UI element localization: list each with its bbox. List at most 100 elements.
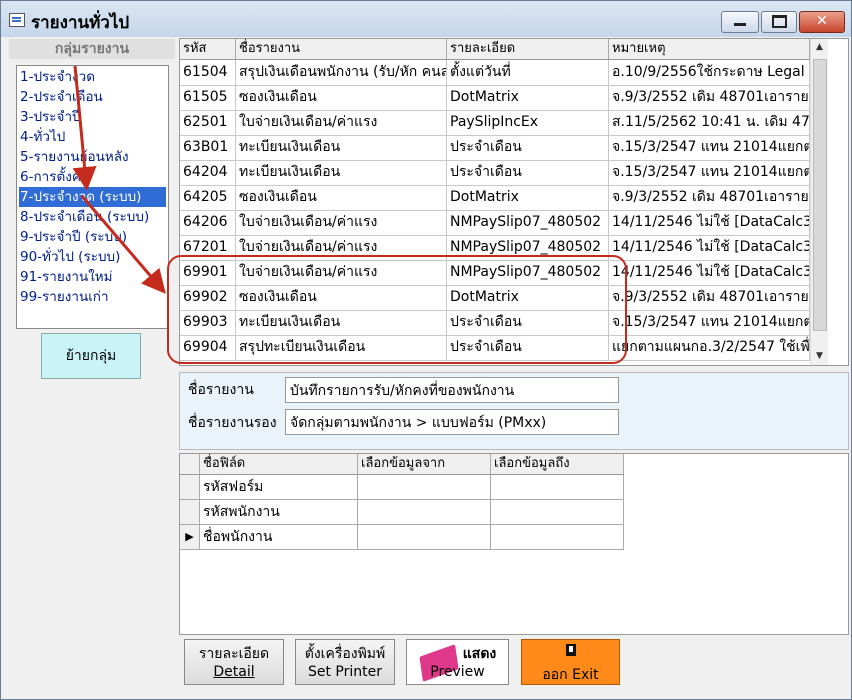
preview-button[interactable]: แสดง Preview xyxy=(406,639,509,685)
table-cell: 61505 xyxy=(180,85,236,110)
group-item[interactable]: 5-รายงานย้อนหลัง xyxy=(19,147,166,167)
row-indicator[interactable] xyxy=(180,500,200,524)
field-from-cell[interactable] xyxy=(358,500,491,524)
field-row[interactable]: รหัสพนักงาน xyxy=(180,500,624,525)
table-cell: ใบจ่ายเงินเดือน/ค่าแรง xyxy=(236,110,447,135)
table-cell: จ.9/3/2552 เดิม 48701เอารายก xyxy=(609,85,810,110)
table-cell: ส.11/5/2562 10:41 น. เดิม 47 xyxy=(609,110,810,135)
set-printer-button[interactable]: ตั้งเครื่องพิมพ์ Set Printer xyxy=(295,639,395,685)
field-column-header[interactable]: เลือกข้อมูลจาก xyxy=(358,454,491,474)
preview-button-thai: แสดง xyxy=(462,646,497,662)
group-item[interactable]: 9-ประจำปี (ระบบ) xyxy=(19,227,166,247)
exit-button[interactable]: ออก Exit xyxy=(521,639,620,685)
group-item[interactable]: 91-รายงานใหม่ xyxy=(19,267,166,287)
table-row[interactable]: 61505 ซองเงินเดือน DotMatrix จ.9/3/2552 เดิ… xyxy=(180,85,810,111)
field-grid-header: ชื่อฟิล์ด เลือกข้อมูลจาก เลือกข้อมูลถึง xyxy=(180,454,624,475)
table-cell: PaySlipIncEx xyxy=(447,110,609,135)
table-cell: ทะเบียนเงินเดือน xyxy=(236,160,447,185)
close-icon: ✕ xyxy=(816,13,828,29)
exit-button-label: ออก Exit xyxy=(542,667,599,683)
table-row[interactable]: 64206 ใบจ่ายเงินเดือน/ค่าแรง NMPaySlip07_4… xyxy=(180,210,810,236)
field-to-cell[interactable] xyxy=(491,525,624,549)
table-cell: ประจำเดือน xyxy=(447,135,609,160)
close-button[interactable]: ✕ xyxy=(799,11,845,33)
table-cell: ใบจ่ายเงินเดือน/ค่าแรง xyxy=(236,210,447,235)
report-name-label: ชื่อรายงาน xyxy=(188,382,254,398)
table-row[interactable]: 62501 ใบจ่ายเงินเดือน/ค่าแรง PaySlipIncEx ส… xyxy=(180,110,810,136)
table-cell: 14/11/2546 ไม่ใช้ [DataCalc3 xyxy=(609,210,810,235)
column-header[interactable]: หมายเหตุ xyxy=(609,39,810,59)
preview-button-english: Preview xyxy=(430,664,485,680)
column-header[interactable]: รหัส xyxy=(180,39,236,59)
table-cell: DotMatrix xyxy=(447,185,609,210)
field-column-header[interactable]: ชื่อฟิล์ด xyxy=(200,454,358,474)
sub-report-name-label: ชื่อรายงานรอง xyxy=(188,415,277,431)
table-cell: ตั้งแต่วันที่ xyxy=(447,60,609,85)
table-cell: ประจำเดือน xyxy=(447,160,609,185)
table-row[interactable]: 64205 ซองเงินเดือน DotMatrix จ.9/3/2552 เดิ… xyxy=(180,185,810,211)
group-item[interactable]: 7-ประจำงวด (ระบบ) xyxy=(19,187,166,207)
group-item[interactable]: 90-ทั่วไป (ระบบ) xyxy=(19,247,166,267)
table-row[interactable]: 61504 สรุปเงินเดือนพนักงาน (รับ/หัก คนล ตั… xyxy=(180,60,810,86)
field-column-header[interactable]: เลือกข้อมูลถึง xyxy=(491,454,624,474)
field-to-cell[interactable] xyxy=(491,475,624,499)
scroll-down-icon[interactable]: ▼ xyxy=(811,348,828,365)
table-cell: 64206 xyxy=(180,210,236,235)
field-name-cell: รหัสฟอร์ม xyxy=(200,475,358,499)
row-indicator-header xyxy=(180,454,200,474)
table-cell: สรุปเงินเดือนพนักงาน (รับ/หัก คนล xyxy=(236,60,447,85)
group-item[interactable]: 8-ประจำเดือน (ระบบ) xyxy=(19,207,166,227)
row-indicator[interactable] xyxy=(180,475,200,499)
table-cell: 64204 xyxy=(180,160,236,185)
sub-report-name-field[interactable]: จัดกลุ่มตามพนักงาน > แบบฟอร์ม (PMxx) xyxy=(285,409,619,435)
field-row[interactable]: ▶ ชื่อพนักงาน xyxy=(180,525,624,550)
field-name-cell: ชื่อพนักงาน xyxy=(200,525,358,549)
group-item[interactable]: 3-ประจำปี xyxy=(19,107,166,127)
group-item[interactable]: 6-การตั้งค่า xyxy=(19,167,166,187)
table-cell: จ.9/3/2552 เดิม 48701เอารายก xyxy=(609,285,810,310)
field-row[interactable]: รหัสฟอร์ม xyxy=(180,475,624,500)
group-list[interactable]: 1-ประจำงวด 2-ประจำเดือน 3-ประจำปี 4-ทั่วไป 5… xyxy=(16,65,169,329)
report-detail-panel: ชื่อรายงาน บันทึกรายการรับ/หักคงที่ของพน… xyxy=(179,372,849,450)
table-cell: จ.15/3/2547 แทน 21014แยกต xyxy=(609,160,810,185)
detail-button-english: Detail xyxy=(213,664,255,680)
vertical-scrollbar[interactable]: ▲ ▼ xyxy=(810,39,828,365)
table-cell: NMPaySlip07_480502 xyxy=(447,210,609,235)
move-group-button[interactable]: ย้ายกลุ่ม xyxy=(41,333,141,379)
maximize-button[interactable] xyxy=(761,11,797,33)
column-header[interactable]: ชื่อรายงาน xyxy=(236,39,447,59)
scroll-up-icon[interactable]: ▲ xyxy=(811,39,828,56)
group-item[interactable]: 4-ทั่วไป xyxy=(19,127,166,147)
field-from-cell[interactable] xyxy=(358,475,491,499)
table-cell: 61504 xyxy=(180,60,236,85)
field-name-cell: รหัสพนักงาน xyxy=(200,500,358,524)
table-cell: อ.10/9/2556ใช้กระดาษ Legal แ xyxy=(609,60,810,85)
table-cell: 64205 xyxy=(180,185,236,210)
minimize-button[interactable] xyxy=(721,11,759,33)
table-row[interactable]: 64204 ทะเบียนเงินเดือน ประจำเดือน จ.15/3/25… xyxy=(180,160,810,186)
table-cell: 14/11/2546 ไม่ใช้ [DataCalc3 xyxy=(609,235,810,260)
table-cell: ซองเงินเดือน xyxy=(236,185,447,210)
column-header[interactable]: รายละเอียด xyxy=(447,39,609,59)
field-from-cell[interactable] xyxy=(358,525,491,549)
scroll-thumb[interactable] xyxy=(813,59,827,331)
table-cell: 14/11/2546 ไม่ใช้ [DataCalc3 xyxy=(609,260,810,285)
table-cell: 63B01 xyxy=(180,135,236,160)
report-grid-header: รหัส ชื่อรายงาน รายละเอียด หมายเหตุ xyxy=(180,39,810,60)
table-cell: ซองเงินเดือน xyxy=(236,85,447,110)
table-cell: 62501 xyxy=(180,110,236,135)
group-item[interactable]: 1-ประจำงวด xyxy=(19,67,166,87)
detail-button-thai: รายละเอียด xyxy=(198,646,270,662)
detail-button[interactable]: รายละเอียด Detail xyxy=(184,639,284,685)
field-criteria-grid[interactable]: ชื่อฟิล์ด เลือกข้อมูลจาก เลือกข้อมูลถึง รห… xyxy=(179,453,849,635)
table-row[interactable]: 63B01 ทะเบียนเงินเดือน ประจำเดือน จ.15/3/25… xyxy=(180,135,810,161)
group-item[interactable]: 99-รายงานเก่า xyxy=(19,287,166,307)
field-to-cell[interactable] xyxy=(491,500,624,524)
group-list-header: กลุ่มรายงาน xyxy=(9,39,175,59)
group-item[interactable]: 2-ประจำเดือน xyxy=(19,87,166,107)
window-title: รายงานทั่วไป xyxy=(31,13,130,33)
report-name-field[interactable]: บันทึกรายการรับ/หักคงที่ของพนักงาน xyxy=(285,377,619,403)
printer-button-english: Set Printer xyxy=(307,664,382,680)
minimize-icon xyxy=(734,23,746,26)
current-row-icon[interactable]: ▶ xyxy=(180,525,200,549)
